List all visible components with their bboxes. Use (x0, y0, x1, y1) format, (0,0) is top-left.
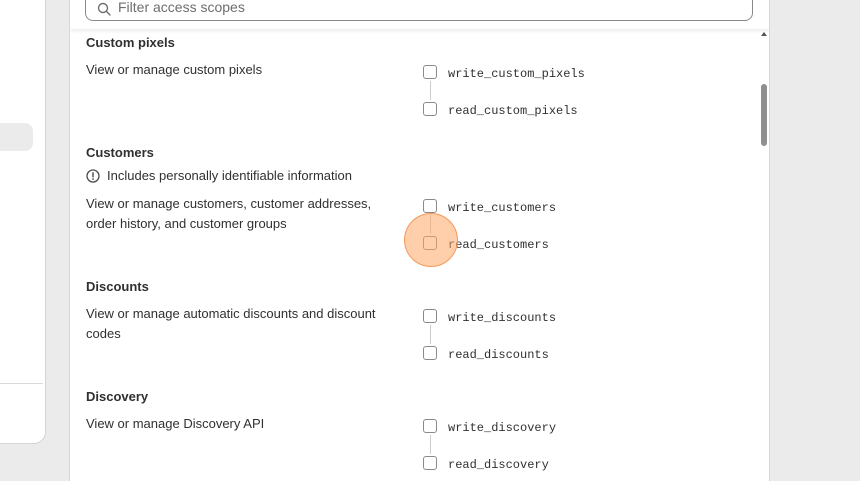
search-input[interactable]: Filter access scopes (85, 0, 753, 21)
scope-label: write_discounts (448, 311, 557, 325)
description-line: order history, and customer groups (86, 216, 287, 231)
scope-label: read_discovery (448, 458, 549, 472)
info-circle-icon (86, 168, 100, 183)
pii-note-text: Includes personally identifiable informa… (107, 168, 352, 183)
checkbox-read-discovery[interactable] (423, 456, 437, 470)
search-icon (97, 2, 111, 16)
checkbox-write-customers[interactable] (423, 199, 437, 213)
divider (0, 383, 43, 384)
checkbox-read-custom-pixels[interactable] (423, 102, 437, 116)
search-header: Filter access scopes (70, 0, 769, 29)
description-line: View or manage automatic discounts and d… (86, 306, 376, 321)
connector-line (430, 325, 431, 344)
scope-label: read_discounts (448, 348, 549, 362)
section-description: View or manage automatic discounts and d… (86, 304, 406, 344)
section-description: View or manage customers, customer addre… (86, 194, 406, 234)
connector-line (430, 215, 431, 234)
section-title-discovery: Discovery (86, 389, 149, 404)
scroll-thumb[interactable] (761, 84, 767, 146)
access-scopes-modal: Filter access scopes Custom pixels View … (69, 0, 770, 481)
description-line: View or manage customers, customer addre… (86, 196, 372, 211)
description-line: codes (86, 326, 121, 341)
search-placeholder: Filter access scopes (118, 0, 245, 15)
section-title-discounts: Discounts (86, 279, 149, 294)
scope-label: write_customers (448, 201, 557, 215)
sidebar-item-selected[interactable] (0, 123, 33, 151)
background-left-panel (0, 0, 46, 444)
section-title-custom-pixels: Custom pixels (86, 35, 175, 50)
scope-label: read_custom_pixels (448, 104, 578, 118)
scope-label: read_customers (448, 238, 549, 252)
scrollbar[interactable] (760, 29, 769, 481)
scope-label: write_discovery (448, 421, 557, 435)
scope-label: write_custom_pixels (448, 67, 585, 81)
section-description: View or manage Discovery API (86, 416, 265, 431)
scroll-up-icon[interactable] (761, 32, 767, 36)
connector-line (430, 81, 431, 100)
checkbox-write-discovery[interactable] (423, 419, 437, 433)
checkbox-read-customers[interactable] (423, 236, 437, 250)
section-title-customers: Customers (86, 145, 154, 160)
checkbox-write-discounts[interactable] (423, 309, 437, 323)
checkbox-write-custom-pixels[interactable] (423, 65, 437, 79)
checkbox-read-discounts[interactable] (423, 346, 437, 360)
pii-note: Includes personally identifiable informa… (86, 168, 352, 183)
section-description: View or manage custom pixels (86, 62, 263, 77)
connector-line (430, 435, 431, 454)
